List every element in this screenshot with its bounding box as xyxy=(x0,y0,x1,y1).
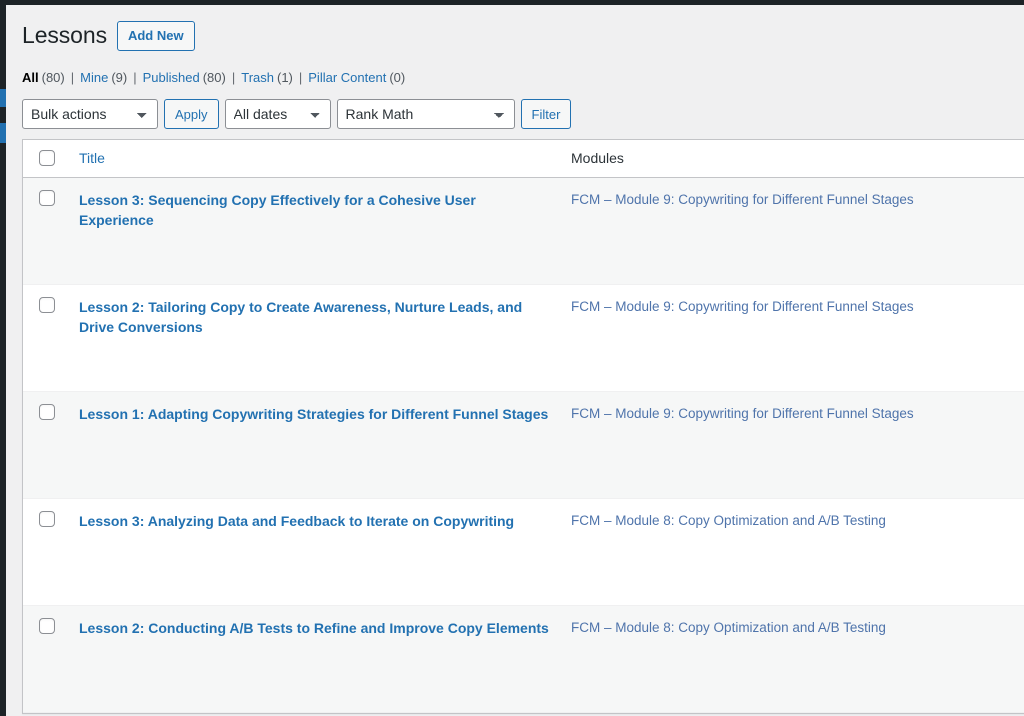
column-header-modules: Modules xyxy=(561,140,1024,178)
row-title-cell: Lesson 1: Adapting Copywriting Strategie… xyxy=(69,392,561,499)
view-count-published: (80) xyxy=(202,70,226,85)
view-link-trash[interactable]: Trash xyxy=(241,65,274,91)
row-checkbox-cell xyxy=(23,606,69,713)
row-modules-cell: FCM – Module 9: Copywriting for Differen… xyxy=(561,392,1024,499)
view-separator-3: | xyxy=(231,70,236,85)
view-item-pillar-content[interactable]: Pillar Content (0) xyxy=(308,65,405,91)
table-row[interactable]: Lesson 3: Analyzing Data and Feedback to… xyxy=(23,499,1024,606)
row-title-cell: Lesson 2: Conducting A/B Tests to Refine… xyxy=(69,606,561,713)
lesson-title-link[interactable]: Lesson 3: Analyzing Data and Feedback to… xyxy=(79,513,514,529)
lessons-list-table: Title Modules Lesson 3: Sequencing Copy … xyxy=(22,139,1024,714)
column-header-title[interactable]: Title xyxy=(69,140,561,178)
module-link[interactable]: FCM – Module 8: Copy Optimization and A/… xyxy=(571,513,886,528)
module-link[interactable]: FCM – Module 9: Copywriting for Differen… xyxy=(571,192,914,207)
view-count-pillar-content: (0) xyxy=(389,70,406,85)
table-body: Lesson 3: Sequencing Copy Effectively fo… xyxy=(23,178,1024,713)
view-item-all[interactable]: All (80) xyxy=(22,65,65,91)
row-modules-cell: FCM – Module 8: Copy Optimization and A/… xyxy=(561,606,1024,713)
lesson-title-link[interactable]: Lesson 1: Adapting Copywriting Strategie… xyxy=(79,406,548,422)
seo-filter-select[interactable]: Rank Math xyxy=(336,99,515,129)
row-checkbox-cell xyxy=(23,392,69,499)
row-modules-cell: FCM – Module 9: Copywriting for Differen… xyxy=(561,178,1024,285)
view-count-all: (80) xyxy=(41,70,65,85)
module-link[interactable]: FCM – Module 8: Copy Optimization and A/… xyxy=(571,620,886,635)
row-select-checkbox[interactable] xyxy=(39,618,55,634)
view-item-trash[interactable]: Trash (1) xyxy=(241,65,293,91)
admin-screen: Lessons Add New All (80) | Mine (9) | Pu… xyxy=(0,0,1024,716)
page-heading-row: Lessons Add New xyxy=(6,5,1024,51)
select-all-header xyxy=(23,140,69,178)
view-separator-1: | xyxy=(70,70,75,85)
row-modules-cell: FCM – Module 9: Copywriting for Differen… xyxy=(561,285,1024,392)
row-modules-cell: FCM – Module 8: Copy Optimization and A/… xyxy=(561,499,1024,606)
view-count-trash: (1) xyxy=(276,70,293,85)
table-row[interactable]: Lesson 2: Tailoring Copy to Create Aware… xyxy=(23,285,1024,392)
column-header-title-link[interactable]: Title xyxy=(79,150,105,166)
add-new-button[interactable]: Add New xyxy=(116,21,195,51)
cb-wrap xyxy=(37,402,55,420)
lesson-title-link[interactable]: Lesson 3: Sequencing Copy Effectively fo… xyxy=(79,192,476,228)
row-checkbox-cell xyxy=(23,178,69,285)
row-select-checkbox[interactable] xyxy=(39,297,55,313)
table-row[interactable]: Lesson 1: Adapting Copywriting Strategie… xyxy=(23,392,1024,499)
view-link-pillar-content[interactable]: Pillar Content xyxy=(308,65,386,91)
view-item-mine[interactable]: Mine (9) xyxy=(80,65,127,91)
table-row[interactable]: Lesson 2: Conducting A/B Tests to Refine… xyxy=(23,606,1024,713)
row-title-cell: Lesson 3: Analyzing Data and Feedback to… xyxy=(69,499,561,606)
lesson-title-link[interactable]: Lesson 2: Tailoring Copy to Create Aware… xyxy=(79,299,522,335)
lesson-title-link[interactable]: Lesson 2: Conducting A/B Tests to Refine… xyxy=(79,620,549,636)
row-select-checkbox[interactable] xyxy=(39,404,55,420)
row-title-cell: Lesson 2: Tailoring Copy to Create Aware… xyxy=(69,285,561,392)
cb-wrap xyxy=(37,188,55,206)
table-navigation-top: Bulk actions Apply All dates Rank Math F… xyxy=(6,91,1024,139)
table-head: Title Modules xyxy=(23,140,1024,178)
cb-wrap xyxy=(37,509,55,527)
view-link-published[interactable]: Published xyxy=(143,65,200,91)
table-row[interactable]: Lesson 3: Sequencing Copy Effectively fo… xyxy=(23,178,1024,285)
module-link[interactable]: FCM – Module 9: Copywriting for Differen… xyxy=(571,406,914,421)
view-separator-4: | xyxy=(298,70,303,85)
module-link[interactable]: FCM – Module 9: Copywriting for Differen… xyxy=(571,299,914,314)
table-header-row: Title Modules xyxy=(23,140,1024,178)
filter-button[interactable]: Filter xyxy=(520,99,572,129)
views-filter-list: All (80) | Mine (9) | Published (80) | T… xyxy=(6,65,1024,91)
view-separator-2: | xyxy=(133,70,137,85)
row-checkbox-cell xyxy=(23,499,69,606)
view-count-mine: (9) xyxy=(111,70,128,85)
page-title: Lessons xyxy=(22,22,107,49)
row-select-checkbox[interactable] xyxy=(39,190,55,206)
select-all-checkbox[interactable] xyxy=(39,150,55,166)
row-select-checkbox[interactable] xyxy=(39,511,55,527)
row-checkbox-cell xyxy=(23,285,69,392)
apply-button[interactable]: Apply xyxy=(164,99,219,129)
cb-wrap xyxy=(37,616,55,634)
content-wrap: Lessons Add New All (80) | Mine (9) | Pu… xyxy=(6,5,1024,716)
view-item-published[interactable]: Published (80) xyxy=(143,65,226,91)
row-title-cell: Lesson 3: Sequencing Copy Effectively fo… xyxy=(69,178,561,285)
view-link-mine[interactable]: Mine xyxy=(80,65,108,91)
date-filter-select[interactable]: All dates xyxy=(224,99,331,129)
view-link-all[interactable]: All xyxy=(22,65,39,91)
bulk-actions-select[interactable]: Bulk actions xyxy=(22,99,158,129)
cb-wrap xyxy=(37,295,55,313)
